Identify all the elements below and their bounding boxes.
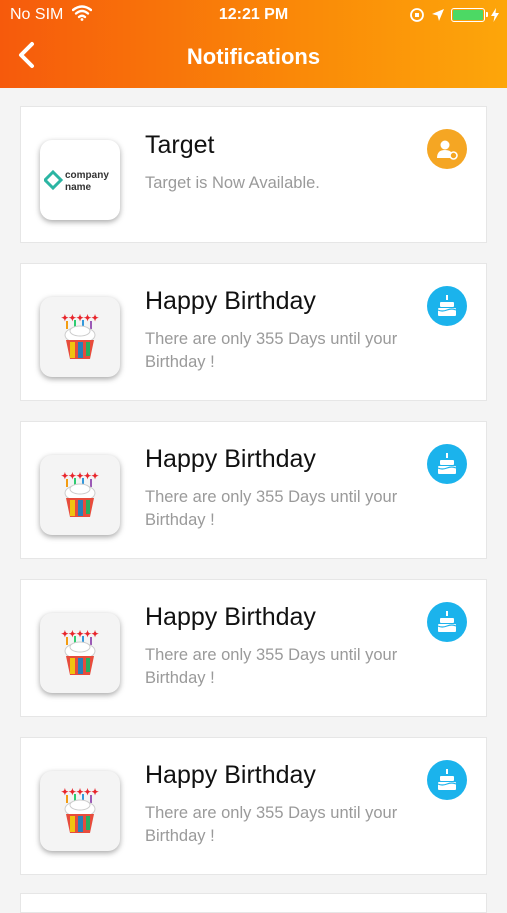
- notification-type-badge: [427, 602, 467, 642]
- user-add-icon: [437, 140, 458, 160]
- notification-card[interactable]: ✦✦✦✦✦ Happy Birthday There are only 355 …: [20, 579, 487, 717]
- notification-description: Target is Now Available.: [145, 174, 320, 192]
- notification-title: Happy Birthday: [145, 287, 316, 315]
- notification-type-badge: [427, 444, 467, 484]
- notification-type-badge: [427, 286, 467, 326]
- company-logo-icon: [44, 169, 64, 191]
- location-icon: [432, 9, 444, 21]
- birthday-cake-icon: [437, 295, 457, 316]
- notification-card[interactable]: ✦✦✦✦✦ Happy Birthday There are only 355 …: [20, 421, 487, 559]
- cupcake-icon: ✦✦✦✦✦: [61, 787, 99, 833]
- status-bar: No SIM 12:21 PM: [0, 0, 507, 30]
- page-title: Notifications: [186, 44, 321, 69]
- cupcake-icon: ✦✦✦✦✦: [61, 313, 99, 359]
- company-logo-thumbnail: company name: [40, 140, 120, 220]
- cupcake-icon: ✦✦✦✦✦: [61, 629, 99, 675]
- birthday-cake-icon: [437, 453, 457, 474]
- notification-title: Target: [145, 131, 215, 159]
- battery-icon: [451, 8, 488, 22]
- cupcake-icon: ✦✦✦✦✦: [61, 471, 99, 517]
- company-logo-text-1: company: [65, 170, 109, 181]
- notification-type-badge: [427, 760, 467, 800]
- notification-description: There are only 355 Days until your Birth…: [145, 646, 398, 687]
- notification-title: Happy Birthday: [145, 603, 316, 631]
- birthday-cake-icon: [437, 769, 457, 790]
- birthday-cake-icon: [437, 611, 457, 632]
- notification-title: Happy Birthday: [145, 761, 316, 789]
- header-bar: No SIM 12:21 PM Notifications: [0, 0, 507, 88]
- orientation-lock-icon: [410, 8, 424, 22]
- birthday-cupcake-thumbnail: ✦✦✦✦✦: [40, 771, 120, 851]
- charging-icon: [491, 8, 499, 22]
- notification-description: There are only 355 Days until your Birth…: [145, 330, 398, 371]
- birthday-cupcake-thumbnail: ✦✦✦✦✦: [40, 613, 120, 693]
- notification-card[interactable]: company name Target Target is Now Availa…: [20, 106, 487, 243]
- company-logo-text-2: name: [65, 182, 92, 193]
- notification-description: There are only 355 Days until your Birth…: [145, 804, 398, 845]
- birthday-cupcake-thumbnail: ✦✦✦✦✦: [40, 455, 120, 535]
- notification-card[interactable]: [20, 893, 487, 913]
- notification-card[interactable]: ✦✦✦✦✦ Happy Birthday There are only 355 …: [20, 737, 487, 875]
- status-right-icons: [409, 5, 499, 25]
- notification-type-badge: [427, 129, 467, 169]
- notification-card[interactable]: ✦✦✦✦✦ Happy Birthday There are only 355 …: [20, 263, 487, 401]
- notification-description: There are only 355 Days until your Birth…: [145, 488, 398, 529]
- birthday-cupcake-thumbnail: ✦✦✦✦✦: [40, 297, 120, 377]
- notification-title: Happy Birthday: [145, 445, 316, 473]
